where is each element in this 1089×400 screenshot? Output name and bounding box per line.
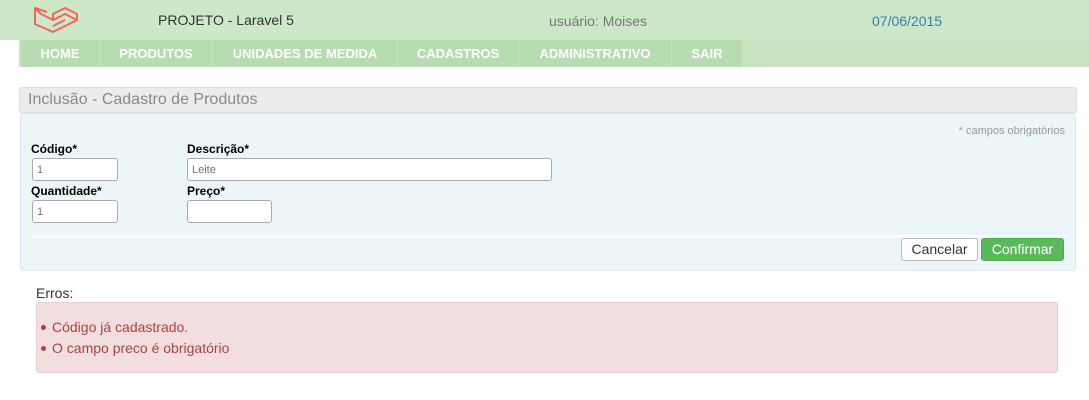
errors-title: Erros: xyxy=(36,285,74,301)
product-form: * campos obrigatórios Código* Descrição*… xyxy=(20,113,1076,271)
preco-input[interactable] xyxy=(187,200,272,223)
required-fields-note: * campos obrigatórios xyxy=(958,125,1065,137)
preco-label: Preço* xyxy=(187,184,226,198)
top-header: PROJETO - Laravel 5 usuário: Moises 07/0… xyxy=(0,0,1089,40)
nav-home[interactable]: HOME xyxy=(21,40,99,67)
errors-alert: Código já cadastrado. O campo preco é ob… xyxy=(36,302,1058,373)
project-title: PROJETO - Laravel 5 xyxy=(158,12,294,28)
codigo-input[interactable] xyxy=(32,158,118,181)
user-label: usuário: Moises xyxy=(549,13,648,29)
error-item: Código já cadastrado. xyxy=(37,319,229,340)
nav-unidades-de-medida[interactable]: UNIDADES DE MEDIDA xyxy=(213,40,397,67)
nav-sair[interactable]: SAIR xyxy=(672,40,742,67)
quantidade-label: Quantidade* xyxy=(31,184,102,198)
error-item: O campo preco é obrigatório xyxy=(37,340,229,361)
error-text: O campo preco é obrigatório xyxy=(52,340,230,356)
page-title: Inclusão - Cadastro de Produtos xyxy=(28,91,258,108)
main-navbar: HOME PRODUTOS UNIDADES DE MEDIDA CADASTR… xyxy=(19,40,1089,67)
nav-cadastros[interactable]: CADASTROS xyxy=(398,40,518,67)
confirm-button[interactable]: Confirmar xyxy=(981,238,1064,261)
error-text: Código já cadastrado. xyxy=(52,319,189,335)
cancel-button[interactable]: Cancelar xyxy=(901,238,978,261)
codigo-label: Código* xyxy=(31,142,77,156)
panel-header: Inclusão - Cadastro de Produtos xyxy=(19,87,1077,113)
descricao-label: Descrição* xyxy=(187,142,250,156)
error-list: Código já cadastrado. O campo preco é ob… xyxy=(37,319,229,361)
nav-produtos[interactable]: PRODUTOS xyxy=(100,40,212,67)
descricao-input[interactable] xyxy=(187,158,552,181)
bullet-icon xyxy=(41,346,46,351)
bullet-icon xyxy=(41,325,46,330)
nav-administrativo[interactable]: ADMINISTRATIVO xyxy=(519,40,671,67)
laravel-logo-icon xyxy=(34,7,78,33)
quantidade-input[interactable] xyxy=(32,200,118,223)
current-date: 07/06/2015 xyxy=(872,13,943,29)
